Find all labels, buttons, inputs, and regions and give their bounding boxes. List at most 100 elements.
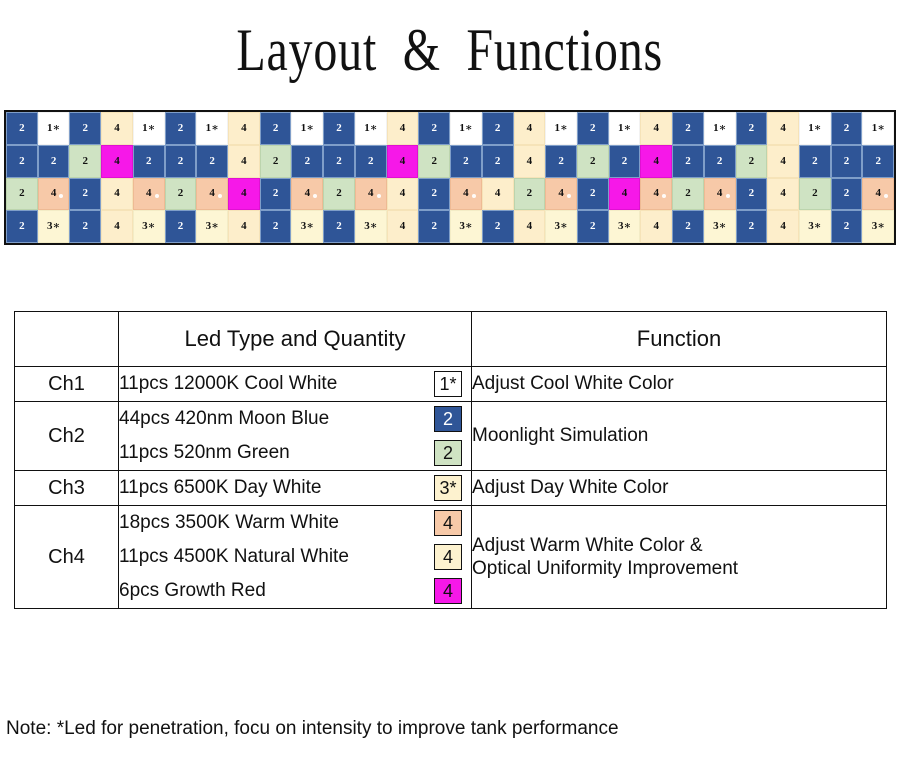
led-cell-label: 4 xyxy=(50,187,57,200)
led-cell-label: 4 xyxy=(399,121,406,134)
led-cell: 2 xyxy=(576,112,609,145)
led-cell-label: 2 xyxy=(177,187,184,200)
channel-badge: 1* xyxy=(434,371,462,397)
channel-label: Ch1 xyxy=(14,366,119,402)
table-row: Ch3 11pcs 6500K Day White 3* Adjust Day Whi… xyxy=(14,470,887,506)
led-cell: 2 xyxy=(830,144,863,178)
led-cell: 4 xyxy=(354,177,387,211)
led-cell: 2 xyxy=(418,210,451,243)
led-cell-label: 2 xyxy=(19,154,25,167)
led-cell-label: 2 xyxy=(336,220,342,233)
table-row: Ch2 44pcs 420nm Moon Blue 2 11pcs 520nm Gre… xyxy=(14,401,887,471)
column-header-led-type: Led Type and Quantity xyxy=(118,311,472,367)
led-cell-label: 2 xyxy=(463,154,469,167)
led-cell-label: 4 xyxy=(145,187,152,200)
led-cell: 2 xyxy=(576,210,609,243)
column-header-function: Function xyxy=(471,311,887,367)
led-layout-grid: 2 1∗ 2 4 1∗ 2 1∗ 4 2 1∗ 2 1∗ 4 2 1∗ 2 4 1∗ 2 1∗ 4 2 1∗ 2 4 1∗ 2 1∗ 2… xyxy=(4,110,896,245)
led-cell: 4 xyxy=(101,112,133,145)
led-cell-label: 4 xyxy=(114,154,120,167)
led-cell: 1∗ xyxy=(37,112,70,145)
function-line: Optical Uniformity Improvement xyxy=(472,558,739,579)
led-cell: 1∗ xyxy=(608,112,641,145)
function-line: Adjust Day White Color xyxy=(472,477,669,499)
led-cell: 4 xyxy=(37,177,70,211)
led-cell: 4 xyxy=(228,144,260,178)
led-cell: 3∗ xyxy=(291,210,324,243)
led-cell: 4 xyxy=(228,112,260,145)
led-cell-label: 2 xyxy=(272,187,279,200)
led-cell-label: 2 xyxy=(812,154,818,167)
led-cell-label: 2 xyxy=(82,220,89,233)
led-cell: 2 xyxy=(798,177,831,211)
led-cell-label: 4 xyxy=(241,154,247,167)
led-cell-label: 2 xyxy=(304,154,311,167)
led-cell-label: 2 xyxy=(336,154,342,167)
led-cell: 4 xyxy=(767,210,799,243)
channel-badge: 2 xyxy=(434,440,462,466)
led-cell-label: 2 xyxy=(558,154,564,167)
led-cell: 4 xyxy=(228,177,260,211)
table-header-row: Led Type and Quantity Function xyxy=(14,311,887,367)
led-cell-label: 2 xyxy=(621,154,628,167)
led-cell-label: 2 xyxy=(431,154,437,167)
led-type-cell: 11pcs 6500K Day White 3* xyxy=(118,470,472,506)
led-cell: 2 xyxy=(418,177,451,211)
led-cell: 4 xyxy=(545,177,577,211)
led-cell: 2 xyxy=(196,144,229,178)
function-line: Adjust Cool White Color xyxy=(472,373,674,395)
led-cell-label: 4 xyxy=(399,220,406,233)
led-cell: 3∗ xyxy=(545,210,577,243)
led-cell: 4 xyxy=(513,112,546,145)
led-cell: 2 xyxy=(69,177,102,211)
led-cell: 4 xyxy=(640,177,673,211)
led-cell: 3∗ xyxy=(196,210,229,243)
channel-badge: 2 xyxy=(434,406,462,432)
led-cell: 2 xyxy=(69,210,102,243)
led-cell: 2 xyxy=(259,177,292,211)
led-cell: 4 xyxy=(640,144,673,178)
page-title: Layout & Functions xyxy=(236,17,664,83)
led-cell: 1∗ xyxy=(450,112,482,145)
led-cell-label: 4 xyxy=(653,154,659,167)
led-cell: 4 xyxy=(608,177,641,211)
led-cell: 2 xyxy=(354,144,387,178)
led-cell: 4 xyxy=(101,177,133,211)
led-type-cell: 11pcs 12000K Cool White 1* xyxy=(118,366,472,402)
led-cell: 3∗ xyxy=(862,210,894,243)
led-cell-label: 4 xyxy=(653,220,659,233)
led-cell-label: 4 xyxy=(399,187,406,200)
led-cell: 2 xyxy=(69,144,102,178)
led-cell: 2 xyxy=(481,144,514,178)
led-cell-label: 3∗ xyxy=(554,220,568,233)
led-cell: 2 xyxy=(672,210,704,243)
led-cell: 2 xyxy=(164,112,197,145)
led-type-line: 44pcs 420nm Moon Blue 2 xyxy=(119,402,471,436)
led-cell-label: 4 xyxy=(209,187,215,200)
led-cell-label: 2 xyxy=(875,154,882,167)
led-cell: 4 xyxy=(481,177,514,211)
led-cell-label: 2 xyxy=(494,220,501,233)
led-cell: 2 xyxy=(6,177,38,211)
led-cell-label: 2 xyxy=(431,121,437,134)
led-cell: 2 xyxy=(735,144,768,178)
led-cell-label: 2 xyxy=(494,121,501,134)
channel-badge: 3* xyxy=(434,475,462,501)
led-cell: 2 xyxy=(259,112,292,145)
column-header-channel xyxy=(14,311,119,367)
channel-label: Ch3 xyxy=(14,470,119,506)
led-cell: 1∗ xyxy=(291,112,324,145)
function-line: Adjust Warm White Color & xyxy=(472,534,703,556)
led-cell: 2 xyxy=(830,210,863,243)
led-type-line: 11pcs 520nm Green 2 xyxy=(119,436,471,470)
led-cell: 2 xyxy=(672,177,704,211)
led-cell: 2 xyxy=(798,144,831,178)
led-cell-label: 4 xyxy=(463,187,469,200)
led-cell-label: 3∗ xyxy=(871,220,885,233)
led-cell: 4 xyxy=(196,177,229,211)
led-type-text: 6pcs Growth Red xyxy=(119,580,266,601)
led-cell-label: 4 xyxy=(526,154,533,167)
led-cell-label: 4 xyxy=(494,187,501,200)
led-cell-label: 2 xyxy=(685,220,691,233)
led-cell-label: 1∗ xyxy=(47,121,61,134)
